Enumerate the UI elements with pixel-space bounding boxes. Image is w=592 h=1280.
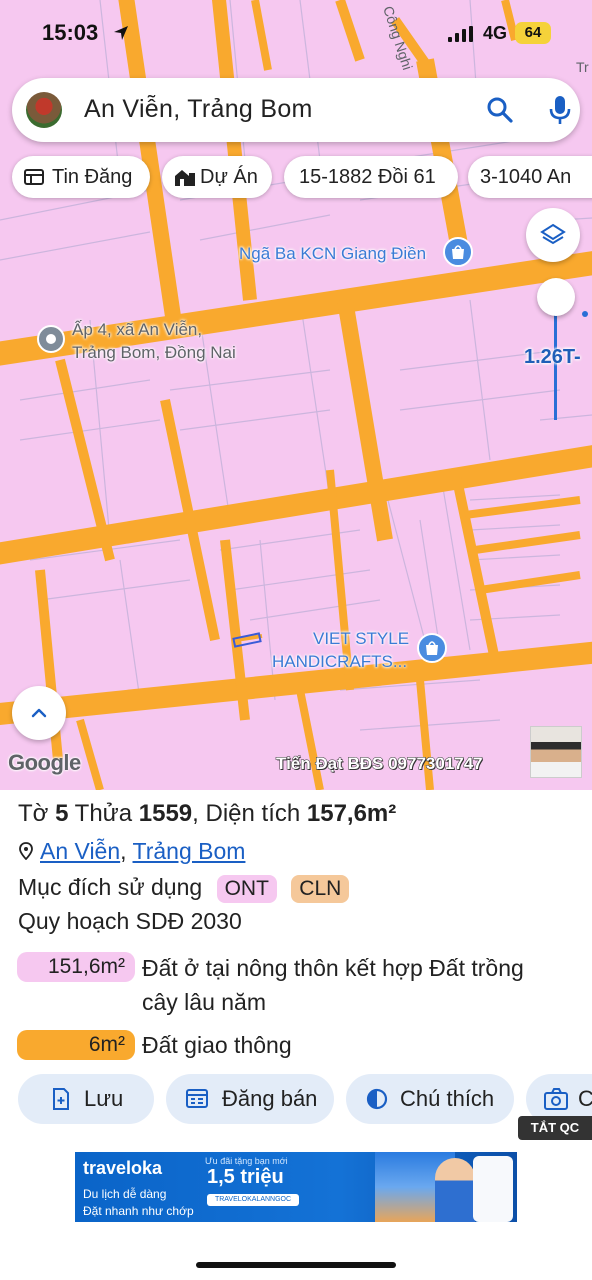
legend-icon <box>366 1088 388 1110</box>
legend-button[interactable]: Chú thích <box>346 1074 514 1124</box>
network-type: 4G <box>483 23 508 43</box>
sheet-label: Tờ <box>18 800 49 827</box>
plot-number: 1559 <box>138 800 193 827</box>
land-use-row: Mục đích sử dụng ONT CLN <box>18 874 350 903</box>
area-value: 157,6m² <box>306 800 397 827</box>
plan-desc-traffic: Đất giao thông <box>142 1032 292 1058</box>
ad-banner[interactable]: traveloka Du lịch dễ dàng Đặt nhanh như … <box>75 1152 517 1222</box>
camera-icon <box>544 1088 568 1110</box>
home-indicator[interactable] <box>196 1262 396 1268</box>
plot-label: Thửa <box>74 800 133 827</box>
watermark-text: Tiến Đạt BĐS 0977301747 <box>276 754 484 774</box>
battery-badge: 64 <box>515 22 551 44</box>
commune-link[interactable]: An Viễn <box>40 838 120 864</box>
poi-kcn-text: Ngã Ba KCN Giang Điền <box>239 244 427 263</box>
ad-promo: Ưu đãi tặng bạn mới <box>205 1156 288 1166</box>
plan-desc-residential: Đất ở tại nông thôn kết hợp Đất trồng câ… <box>142 951 524 1019</box>
location-pin-icon[interactable] <box>36 324 66 359</box>
ad-brand: traveloka <box>83 1158 163 1178</box>
land-use-label: Mục đích sử dụng <box>18 874 203 900</box>
poi-kcn-label[interactable]: Ngã Ba KCN Giang Điền <box>239 244 426 264</box>
chip-label: 15-1882 Đồi 61 <box>299 166 436 188</box>
chevron-up-icon <box>31 708 47 718</box>
status-bar: 15:03 4G 64 <box>0 0 592 66</box>
microphone-icon[interactable] <box>548 94 572 126</box>
district-link[interactable]: Trảng Bom <box>133 838 246 864</box>
slider-dot <box>582 311 588 317</box>
chip-tin-dang[interactable]: Tin Đăng <box>12 156 150 198</box>
pin-address-line1: Ấp 4, xã An Viễn, <box>72 320 203 339</box>
plan-title: Quy hoạch SDĐ 2030 <box>18 908 242 934</box>
land-use-tag-ont: ONT <box>216 874 277 903</box>
ad-price: 1,5 triệu <box>207 1166 284 1188</box>
ad-line1: Du lịch dễ dàng <box>83 1187 167 1201</box>
chip-label: Tin Đăng <box>52 166 133 188</box>
watermark-photo <box>530 726 582 778</box>
poi-viet-style-label[interactable]: VIET STYLE HANDICRAFTS... <box>272 627 410 673</box>
parcel-address: An Viễn, Trảng Bom <box>18 838 245 865</box>
status-time: 15:03 <box>42 20 99 45</box>
expand-up-button[interactable] <box>12 686 66 740</box>
action-label: Lưu <box>84 1086 124 1111</box>
plan-area-traffic: 6m² <box>17 1030 135 1060</box>
chip-parcel-1[interactable]: 15-1882 Đồi 61 <box>284 156 458 198</box>
layers-icon <box>540 223 566 245</box>
chip-label: 3-1040 An <box>480 166 572 188</box>
chip-parcel-2[interactable]: 3-1040 An <box>468 156 592 198</box>
layers-button[interactable] <box>526 208 580 262</box>
sheet-number: 5 <box>55 800 69 827</box>
plan-desc-line2: cây lâu năm <box>142 989 267 1015</box>
ad-person-image <box>435 1158 475 1222</box>
ad-code: TRAVELOKALANNGOC <box>207 1194 299 1206</box>
scale-label: 1.26T- <box>524 346 581 368</box>
location-arrow-icon <box>114 26 128 40</box>
listing-icon <box>24 169 44 185</box>
location-marker-icon <box>19 842 33 861</box>
action-label: Chú thích <box>400 1086 495 1111</box>
plan-area-residential: 151,6m² <box>17 952 135 982</box>
pin-address-label[interactable]: Ấp 4, xã An Viễn, Trảng Bom, Đồng Nai <box>72 318 236 364</box>
search-query[interactable]: An Viễn, Trảng Bom <box>84 95 313 124</box>
save-button[interactable]: Lưu <box>18 1074 154 1124</box>
signal-icon <box>448 26 473 42</box>
pin-address-line2: Trảng Bom, Đồng Nai <box>72 343 236 362</box>
hide-ads-button[interactable]: TẮT QC <box>518 1116 592 1140</box>
parcel-title: Tờ 5 Thửa 1559, Diện tích 157,6m² <box>18 800 396 828</box>
google-logo: Google <box>8 750 81 775</box>
avatar[interactable] <box>26 92 62 128</box>
shopping-pin-icon[interactable] <box>416 632 448 669</box>
shopping-pin-icon[interactable] <box>442 236 474 273</box>
ad-phone-image <box>473 1156 513 1222</box>
poi-viet-style-line1: VIET STYLE <box>313 629 410 648</box>
poi-viet-style-line2: HANDICRAFTS... <box>272 652 408 671</box>
action-label: Đăng bán <box>222 1086 318 1111</box>
calendar-icon <box>186 1089 208 1108</box>
save-icon <box>53 1088 69 1110</box>
opacity-slider-handle[interactable] <box>537 278 575 316</box>
search-bar[interactable]: An Viễn, Trảng Bom <box>12 78 580 142</box>
chip-du-an[interactable]: Dự Án <box>162 156 272 198</box>
ad-line2: Đặt nhanh như chớp <box>83 1204 194 1218</box>
post-for-sale-button[interactable]: Đăng bán <box>166 1074 334 1124</box>
chip-label: Dự Án <box>200 166 258 188</box>
area-label: , Diện tích <box>192 800 301 827</box>
search-icon[interactable] <box>486 96 514 124</box>
plan-desc-line1: Đất ở tại nông thôn kết hợp Đất trồng <box>142 955 524 981</box>
project-icon <box>175 170 195 186</box>
action-label: C <box>578 1086 592 1111</box>
land-use-tag-cln: CLN <box>291 874 350 903</box>
